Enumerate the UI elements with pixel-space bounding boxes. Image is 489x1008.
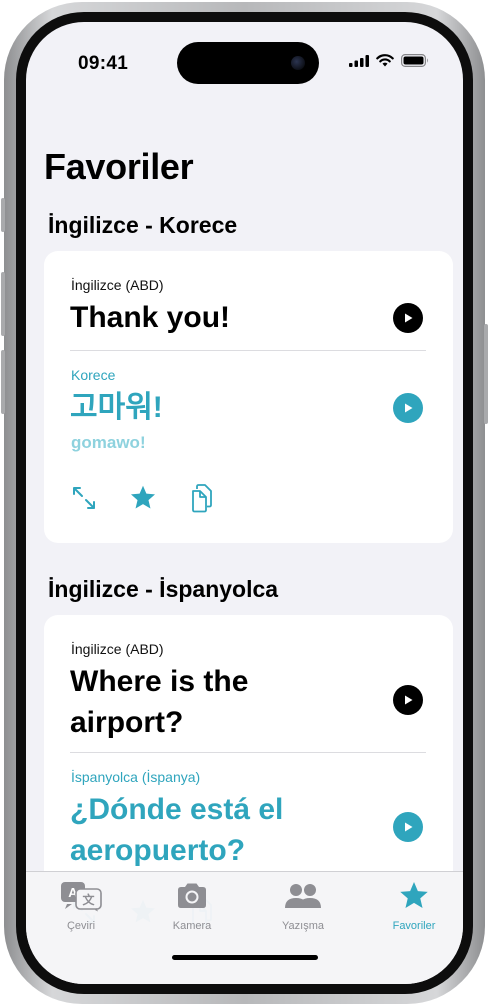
dynamic-island	[177, 42, 319, 84]
battery-icon	[401, 54, 428, 67]
side-button	[484, 324, 488, 424]
divider	[70, 350, 426, 351]
favorite-button[interactable]	[128, 483, 158, 513]
home-indicator	[172, 955, 318, 960]
play-target-button[interactable]	[393, 812, 423, 842]
copy-icon	[192, 484, 212, 513]
expand-button[interactable]	[69, 483, 99, 513]
tab-translate[interactable]: A 文 Çeviri	[36, 880, 126, 932]
target-language-label: Korece	[71, 367, 116, 383]
phone-frame: 09:41 Favoriler İngilizce - Korece İngil…	[1, 2, 488, 1004]
transliteration-text: gomawo!	[71, 433, 146, 452]
star-icon	[400, 882, 428, 908]
copy-button[interactable]	[187, 483, 217, 513]
divider	[70, 752, 426, 753]
screen: 09:41 Favoriler İngilizce - Korece İngil…	[26, 22, 463, 984]
play-target-button[interactable]	[393, 393, 423, 423]
target-language-label: İspanyolca (İspanya)	[71, 769, 201, 785]
phone-bezel: 09:41 Favoriler İngilizce - Korece İngil…	[16, 12, 473, 994]
status-icons	[349, 54, 429, 67]
volume-up-button	[1, 272, 5, 336]
action-button	[1, 198, 5, 232]
source-language-label: İngilizce (ABD)	[71, 641, 164, 657]
front-camera	[291, 56, 305, 70]
volume-down-button	[1, 350, 5, 414]
section-title-english-korean: İngilizce - Korece	[48, 212, 238, 238]
conversation-icon	[285, 884, 321, 908]
source-language-label: İngilizce (ABD)	[71, 277, 164, 293]
play-icon	[405, 403, 413, 413]
favorite-card-english-korean[interactable]: İngilizce (ABD) Thank you! Korece 고마워! g…	[44, 251, 453, 543]
play-source-button[interactable]	[393, 685, 423, 715]
tab-label: Kamera	[172, 920, 212, 932]
tab-camera[interactable]: Kamera	[147, 880, 237, 932]
tab-bar: A 文 Çeviri Kamera Yazışma Favoriler	[26, 871, 463, 984]
source-phrase: Thank you!	[70, 301, 231, 334]
tab-label: Çeviri	[66, 920, 96, 932]
svg-text:文: 文	[82, 892, 95, 907]
cellular-signal-icon	[349, 54, 369, 67]
translate-icon: A 文	[61, 882, 102, 912]
target-phrase: 고마워!	[70, 391, 163, 424]
status-time: 09:41	[78, 53, 129, 74]
section-title-english-spanish: İngilizce - İspanyolca	[48, 576, 279, 602]
tab-label: Favoriler	[392, 920, 436, 932]
play-icon	[405, 822, 413, 832]
play-source-button[interactable]	[393, 303, 423, 333]
star-filled-icon	[130, 485, 156, 509]
camera-icon	[178, 883, 206, 908]
source-phrase: Where is the airport?	[70, 665, 249, 739]
play-icon	[405, 313, 413, 323]
tab-label: Yazışma	[282, 920, 324, 932]
tab-conversation[interactable]: Yazışma	[258, 880, 348, 932]
page-title: Favoriler	[44, 146, 194, 187]
tab-favorites[interactable]: Favoriler	[369, 880, 459, 932]
expand-arrows-icon	[73, 487, 95, 509]
play-icon	[405, 695, 413, 705]
target-phrase: ¿Dónde está el aeropuerto?	[70, 793, 284, 867]
wifi-icon	[376, 54, 394, 67]
